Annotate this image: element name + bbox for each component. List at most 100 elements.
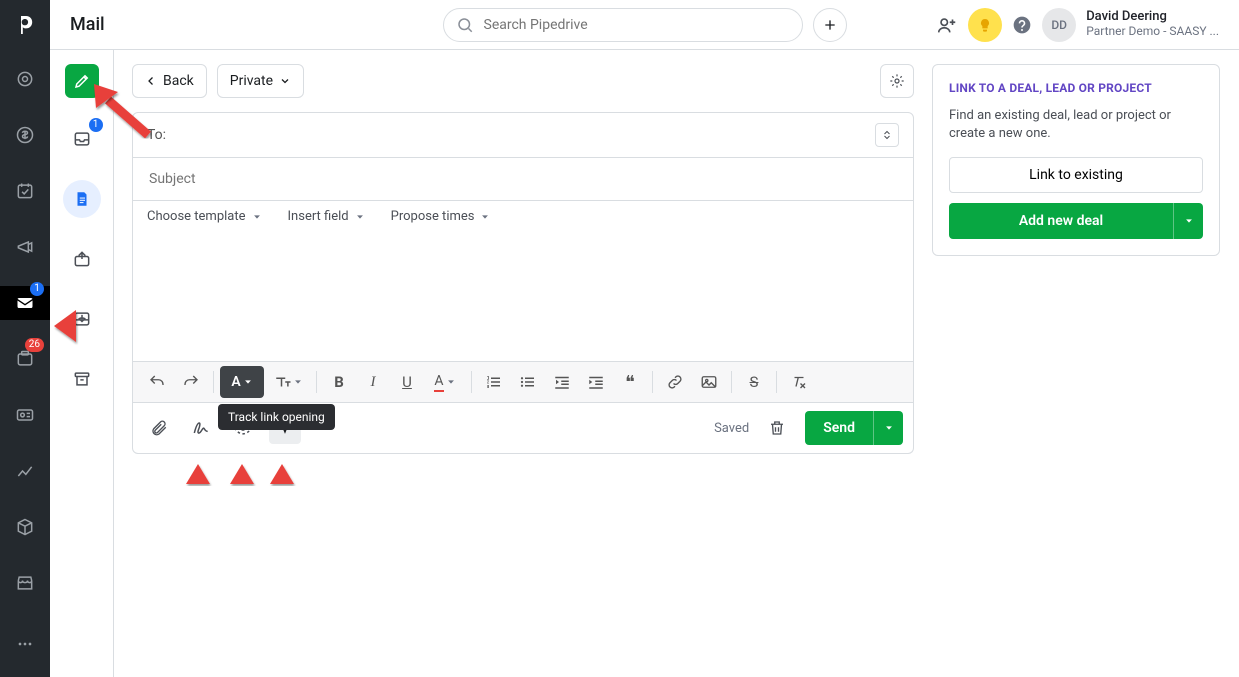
font-style-dropdown[interactable]: A [220,366,264,398]
image-button[interactable] [693,366,725,398]
underline-button[interactable]: U [391,366,423,398]
help-button[interactable] [1012,15,1032,35]
expand-recipients-button[interactable] [875,123,899,147]
caret-down-icon [480,212,490,222]
nav-more[interactable] [0,627,50,661]
composer-settings-button[interactable] [880,64,914,98]
italic-button[interactable]: I [357,366,389,398]
clear-formatting-button[interactable] [783,366,815,398]
nav-projects[interactable]: 26 [0,342,50,376]
clear-format-icon [790,373,808,391]
nav-products[interactable] [0,510,50,544]
caret-down-icon [1184,216,1194,226]
redo-icon [182,373,200,391]
user-menu[interactable]: David Deering Partner Demo - SAASY ... [1086,10,1219,39]
pencil-icon [73,72,91,90]
signature-button[interactable] [185,412,217,444]
tooltip-track-link: Track link opening [218,404,335,430]
ordered-list-icon [485,373,503,391]
add-deal-button-group: Add new deal [949,203,1203,239]
nav-activities[interactable] [0,174,50,208]
mail-drafts[interactable] [63,180,101,218]
redo-button[interactable] [175,366,207,398]
paperclip-icon [150,419,168,437]
pipedrive-logo[interactable] [10,10,40,40]
image-icon [700,373,718,391]
lightbulb-icon [977,17,993,33]
add-deal-button[interactable]: Add new deal [949,203,1173,239]
email-body-editor[interactable] [132,232,914,362]
strikethrough-button[interactable]: S [738,366,770,398]
quote-icon: ❝ [625,372,635,393]
mail-sent[interactable] [63,300,101,338]
visibility-label: Private [230,73,273,89]
send-button[interactable]: Send [805,411,873,445]
outdent-button[interactable] [546,366,578,398]
to-input[interactable] [185,126,865,144]
nav-contacts[interactable] [0,398,50,432]
main-content: Back Private To: [114,50,1239,677]
indent-button[interactable] [580,366,612,398]
user-avatar[interactable]: DD [1042,8,1076,42]
subject-input[interactable] [147,170,899,188]
mail-badge: 1 [30,282,44,296]
delete-draft-button[interactable] [761,412,793,444]
global-search[interactable] [443,8,803,42]
subject-field-row[interactable] [133,158,913,200]
inbox-badge: 1 [89,118,103,132]
italic-icon: I [371,374,376,391]
link-icon [666,373,684,391]
undo-icon [148,373,166,391]
undo-button[interactable] [141,366,173,398]
signature-icon [191,418,211,438]
text-color-dropdown[interactable]: A [425,366,465,398]
link-button[interactable] [659,366,691,398]
caret-down-icon [884,423,894,433]
ordered-list-button[interactable] [478,366,510,398]
nav-insights[interactable] [0,454,50,488]
help-icon [1012,15,1032,35]
nav-leads[interactable] [0,62,50,96]
mail-inbox[interactable]: 1 [63,120,101,158]
attachment-button[interactable] [143,412,175,444]
bold-button[interactable]: B [323,366,355,398]
nav-campaigns[interactable] [0,230,50,264]
nav-deals[interactable] [0,118,50,152]
mail-archive[interactable] [63,360,101,398]
user-org: Partner Demo - SAASY ... [1086,25,1219,39]
caret-down-icon [355,212,365,222]
send-button-group: Send [805,411,903,445]
nav-marketplace[interactable] [0,566,50,600]
trash-icon [768,419,786,437]
compose-button[interactable] [65,64,99,98]
unordered-list-button[interactable] [512,366,544,398]
expand-icon [881,129,893,141]
caret-down-icon [446,377,456,387]
quote-button[interactable]: ❝ [614,366,646,398]
projects-badge: 26 [25,338,44,352]
invite-users-icon [936,14,958,36]
mail-outbox[interactable] [63,240,101,278]
font-a-icon: A [231,374,240,390]
quick-add-button[interactable] [813,8,847,42]
global-search-input[interactable] [482,16,790,34]
font-size-dropdown[interactable] [266,366,310,398]
insert-field-dropdown[interactable]: Insert field [288,209,365,224]
back-button[interactable]: Back [132,64,207,98]
send-options-dropdown[interactable] [873,411,903,445]
nav-mail[interactable]: 1 [0,286,50,320]
saved-status: Saved [714,421,749,436]
link-existing-button[interactable]: Link to existing [949,157,1203,193]
add-deal-dropdown[interactable] [1173,203,1203,239]
visibility-dropdown[interactable]: Private [217,64,304,98]
choose-template-dropdown[interactable]: Choose template [147,209,262,224]
sales-assistant-button[interactable] [968,8,1002,42]
propose-times-dropdown[interactable]: Propose times [391,209,491,224]
text-color-icon: A [434,373,443,392]
chevron-left-icon [145,75,157,87]
to-field-row[interactable]: To: [133,113,913,158]
caret-down-icon [293,377,303,387]
invite-users-button[interactable] [936,14,958,36]
draft-icon [73,190,91,208]
search-icon [456,16,474,34]
